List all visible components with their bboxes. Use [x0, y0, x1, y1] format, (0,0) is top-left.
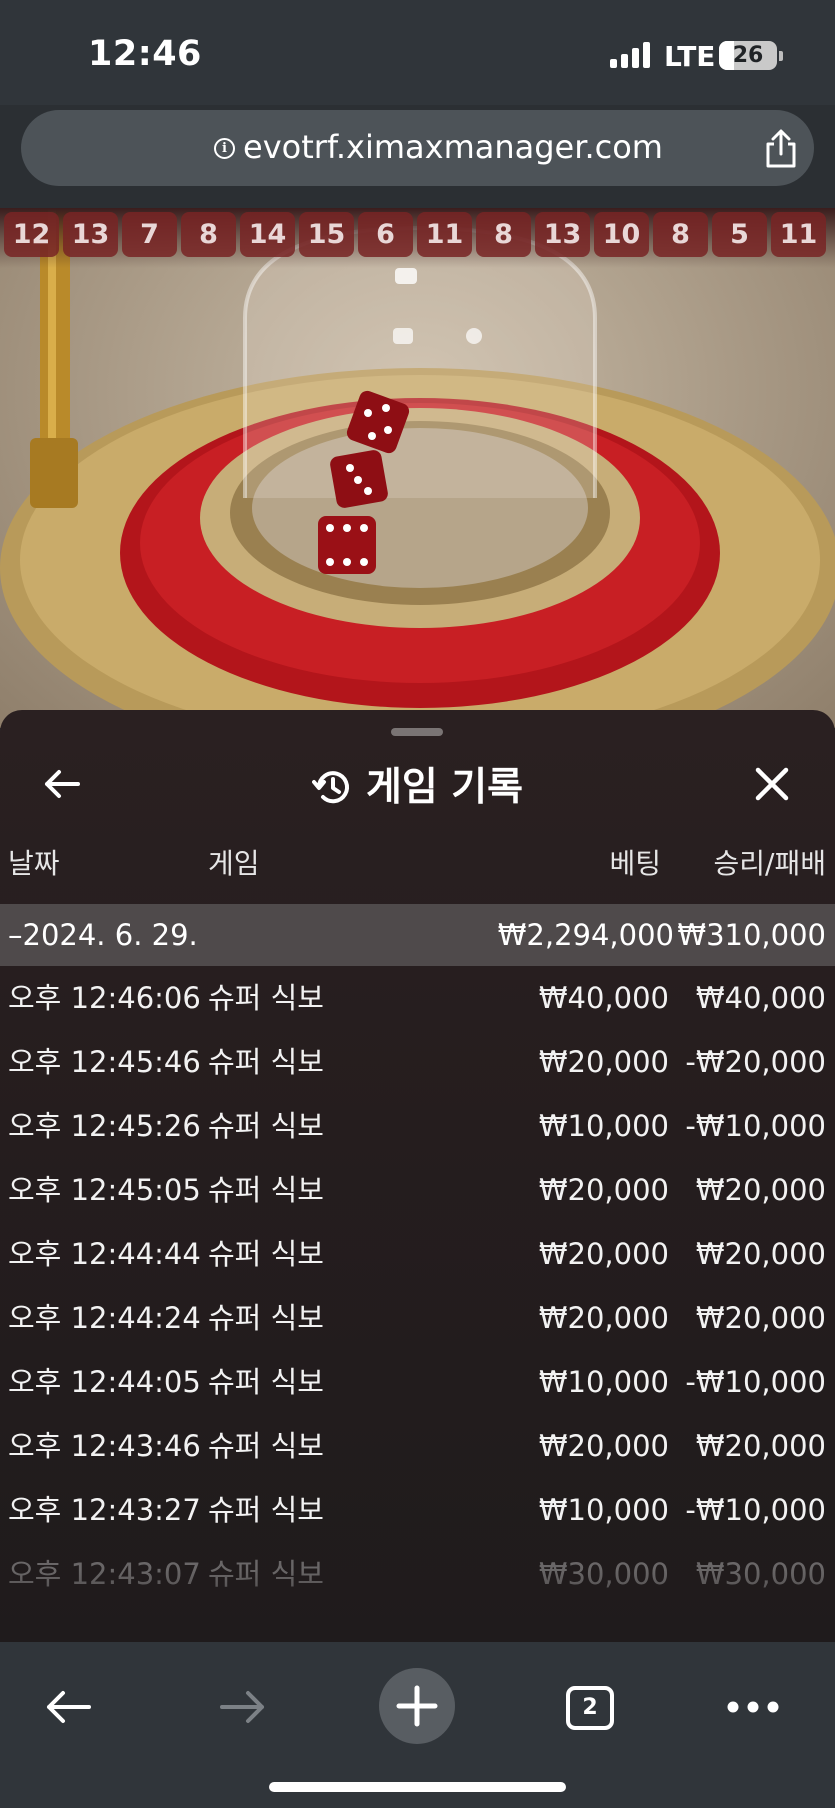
row-time: 오후 12:44:05 [8, 1365, 201, 1399]
row-result: ₩40,000 [695, 981, 826, 1015]
result-chip: 11 [771, 212, 826, 257]
close-icon[interactable] [752, 764, 792, 804]
result-chip: 13 [535, 212, 590, 257]
new-tab-button[interactable] [379, 1668, 455, 1744]
row-game: 슈퍼 식보 [208, 1365, 324, 1399]
date-group-win-loss-total: ₩310,000 [677, 918, 826, 952]
more-icon[interactable] [726, 1700, 780, 1714]
row-time: 오후 12:44:44 [8, 1237, 201, 1271]
column-headers: 날짜 게임 베팅 승리/패배 [0, 842, 835, 882]
result-chip: 7 [122, 212, 177, 257]
row-bet: ₩20,000 [538, 1237, 669, 1271]
result-chip: 6 [358, 212, 413, 257]
date-group-bet-total: ₩2,294,000 [497, 918, 674, 952]
url-text[interactable]: evotrf.ximaxmanager.com [243, 128, 663, 166]
result-chip: 8 [653, 212, 708, 257]
row-bet: ₩20,000 [538, 1173, 669, 1207]
dice-shaker-image [0, 208, 835, 728]
row-time: 오후 12:46:06 [8, 981, 201, 1015]
history-row[interactable]: 오후 12:45:26 슈퍼 식보 ₩10,000 -₩10,000 [0, 1094, 835, 1158]
status-bar: 12:46 LTE 26 [0, 0, 835, 105]
row-game: 슈퍼 식보 [208, 1301, 324, 1335]
row-game: 슈퍼 식보 [208, 981, 324, 1015]
status-time: 12:46 [88, 34, 202, 74]
row-result: ₩20,000 [695, 1429, 826, 1463]
row-game: 슈퍼 식보 [208, 1173, 324, 1207]
row-bet: ₩10,000 [538, 1365, 669, 1399]
arrow-right-icon[interactable] [219, 1687, 267, 1727]
header-game: 게임 [208, 847, 260, 880]
row-result: -₩10,000 [685, 1493, 826, 1527]
row-game: 슈퍼 식보 [208, 1493, 324, 1527]
history-row[interactable]: 오후 12:46:06 슈퍼 식보 ₩40,000 ₩40,000 [0, 966, 835, 1030]
row-result: ₩20,000 [695, 1237, 826, 1271]
roadmap-results: 12 13 7 8 14 15 6 11 8 13 10 8 5 11 [4, 212, 826, 257]
list-fade [0, 1570, 835, 1642]
result-chip: 10 [594, 212, 649, 257]
game-history-sheet: 게임 기록 날짜 게임 베팅 승리/패배 –2024. 6. 29. ₩2,29… [0, 710, 835, 1642]
result-chip: 13 [63, 212, 118, 257]
header-date: 날짜 [8, 847, 60, 880]
row-time: 오후 12:45:26 [8, 1109, 201, 1143]
result-chip: 5 [712, 212, 767, 257]
row-time: 오후 12:43:46 [8, 1429, 201, 1463]
history-row[interactable]: 오후 12:44:44 슈퍼 식보 ₩20,000 ₩20,000 [0, 1222, 835, 1286]
row-time: 오후 12:43:27 [8, 1493, 201, 1527]
result-chip: 12 [4, 212, 59, 257]
history-row[interactable]: 오후 12:45:46 슈퍼 식보 ₩20,000 -₩20,000 [0, 1030, 835, 1094]
date-group-date: –2024. 6. 29. [8, 918, 198, 952]
date-group-row[interactable]: –2024. 6. 29. ₩2,294,000 ₩310,000 [0, 904, 835, 966]
history-row[interactable]: 오후 12:43:46 슈퍼 식보 ₩20,000 ₩20,000 [0, 1414, 835, 1478]
row-bet: ₩20,000 [538, 1045, 669, 1079]
row-time: 오후 12:44:24 [8, 1301, 201, 1335]
home-indicator [269, 1782, 566, 1792]
browser-toolbar: 2 [0, 1642, 835, 1808]
row-bet: ₩10,000 [538, 1493, 669, 1527]
row-result: -₩20,000 [685, 1045, 826, 1079]
row-game: 슈퍼 식보 [208, 1429, 324, 1463]
history-row[interactable]: 오후 12:44:24 슈퍼 식보 ₩20,000 ₩20,000 [0, 1286, 835, 1350]
share-icon[interactable] [761, 128, 801, 170]
arrow-left-icon[interactable] [44, 1687, 92, 1727]
result-chip: 8 [476, 212, 531, 257]
row-bet: ₩10,000 [538, 1109, 669, 1143]
row-result: ₩20,000 [695, 1173, 826, 1207]
row-result: ₩20,000 [695, 1301, 826, 1335]
result-chip: 14 [240, 212, 295, 257]
game-video[interactable]: 12 13 7 8 14 15 6 11 8 13 10 8 5 11 [0, 208, 835, 728]
tabs-icon[interactable]: 2 [566, 1686, 614, 1730]
drag-handle[interactable] [391, 728, 443, 736]
row-result: -₩10,000 [685, 1365, 826, 1399]
history-list: 오후 12:46:06 슈퍼 식보 ₩40,000 ₩40,000 오후 12:45:… [0, 966, 835, 1606]
plus-icon [396, 1685, 438, 1727]
history-row[interactable]: 오후 12:43:27 슈퍼 식보 ₩10,000 -₩10,000 [0, 1478, 835, 1542]
row-game: 슈퍼 식보 [208, 1109, 324, 1143]
row-bet: ₩20,000 [538, 1429, 669, 1463]
result-chip: 15 [299, 212, 354, 257]
network-type: LTE [664, 40, 716, 73]
row-time: 오후 12:45:05 [8, 1173, 201, 1207]
history-row[interactable]: 오후 12:44:05 슈퍼 식보 ₩10,000 -₩10,000 [0, 1350, 835, 1414]
address-bar[interactable]: i evotrf.ximaxmanager.com [21, 110, 814, 186]
header-bet: 베팅 [609, 847, 661, 880]
history-icon [311, 771, 349, 804]
info-icon[interactable]: i [214, 138, 235, 159]
row-bet: ₩20,000 [538, 1301, 669, 1335]
result-chip: 8 [181, 212, 236, 257]
battery-icon: 26 [719, 41, 777, 70]
row-game: 슈퍼 식보 [208, 1045, 324, 1079]
row-time: 오후 12:45:46 [8, 1045, 201, 1079]
row-game: 슈퍼 식보 [208, 1237, 324, 1271]
result-chip: 11 [417, 212, 472, 257]
battery-percent: 26 [732, 43, 764, 68]
signal-strength-icon [610, 42, 650, 68]
tabs-count: 2 [582, 1695, 598, 1720]
sheet-title: 게임 기록 [0, 756, 835, 812]
history-row[interactable]: 오후 12:45:05 슈퍼 식보 ₩20,000 ₩20,000 [0, 1158, 835, 1222]
battery-tip [779, 51, 783, 61]
row-bet: ₩40,000 [538, 981, 669, 1015]
header-win-loss: 승리/패배 [713, 847, 826, 880]
sheet-title-text: 게임 기록 [365, 765, 524, 810]
row-result: -₩10,000 [685, 1109, 826, 1143]
